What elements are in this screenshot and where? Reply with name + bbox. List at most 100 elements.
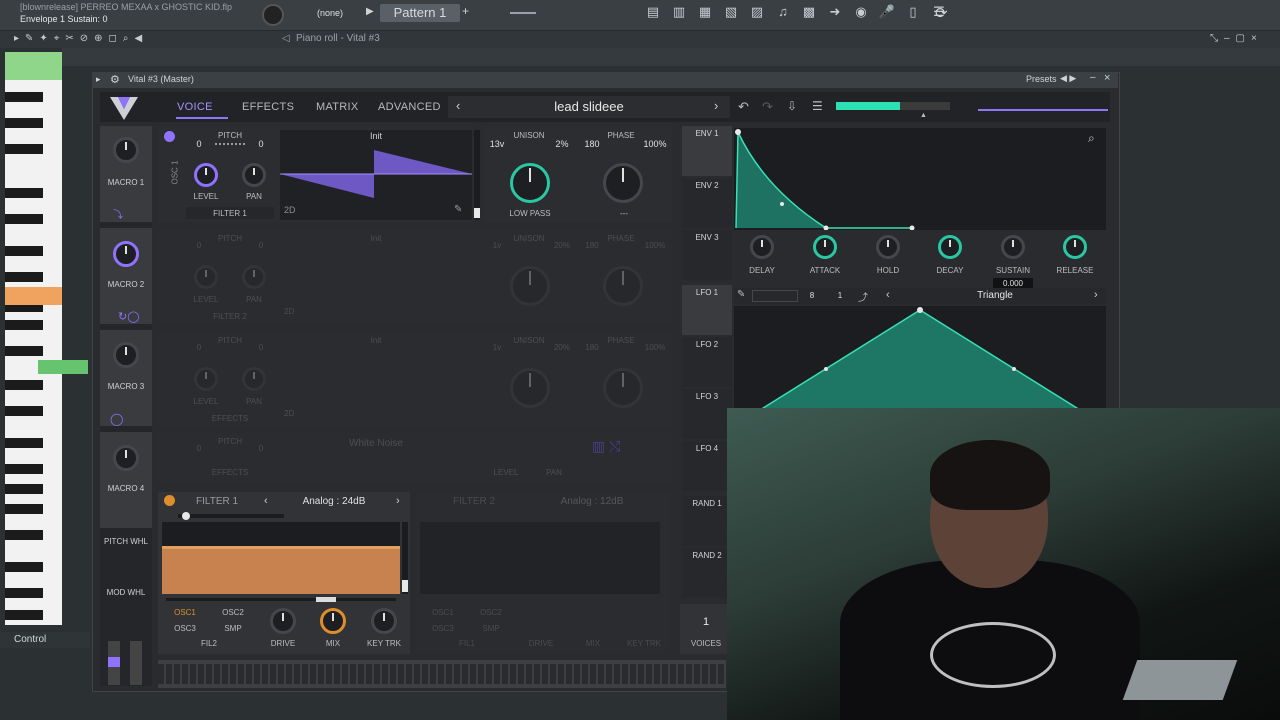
filter-1-model[interactable]: Analog : 24dB	[280, 496, 388, 507]
filter-2-src-fil1[interactable]: FIL1	[450, 639, 484, 648]
osc-2-level-knob[interactable]	[194, 265, 218, 289]
sample-loop-icons[interactable]: ▥ ⤭	[592, 438, 652, 474]
virtual-keyboard[interactable]	[158, 660, 726, 688]
mixer-icon[interactable]: ▦	[696, 3, 714, 21]
osc-1-phase-knob[interactable]	[603, 163, 643, 203]
minimize-icon[interactable]: –	[1090, 72, 1100, 84]
lfo-smooth-slider[interactable]	[752, 290, 798, 302]
osc-1-transpose[interactable]: 0	[193, 139, 205, 149]
channel-selector[interactable]: (none)	[300, 5, 360, 21]
piano-roll-tools[interactable]: ▸✎✦⌖✂⊘⊕◻⌕◀	[14, 33, 274, 47]
osc-2-wavetable-name[interactable]: Init	[280, 234, 472, 243]
next-preset-icon[interactable]: ›	[714, 98, 724, 114]
osc-1-spectral-mode[interactable]: ---	[580, 209, 668, 218]
filter-2-src-smp[interactable]: SMP	[474, 624, 508, 633]
tab-lfo-3[interactable]: LFO 3	[682, 389, 732, 439]
osc-1-unison-detune[interactable]: 2%	[553, 139, 571, 149]
filter-1-src-smp[interactable]: SMP	[216, 624, 250, 633]
note-lane-ruler[interactable]	[62, 48, 1280, 66]
browser-icon[interactable]: ▩	[800, 3, 818, 21]
control-lane-label[interactable]: Control	[0, 632, 90, 648]
filter-2-src-osc1[interactable]: OSC1	[426, 608, 460, 617]
add-pattern-icon[interactable]: +	[462, 4, 474, 22]
filter-1-mix-knob[interactable]	[320, 608, 346, 634]
osc-3-transpose[interactable]: 0	[193, 343, 205, 352]
osc-3-unison-voices[interactable]: 1v	[488, 343, 506, 352]
macro-1-mod-icon[interactable]: ⤵	[113, 206, 123, 221]
undo-icon[interactable]: ↶	[738, 99, 752, 114]
lfo-curve-icon[interactable]: ⤴	[858, 289, 872, 304]
mic-icon[interactable]: ♫	[774, 3, 792, 21]
tab-rand-1[interactable]: RAND 1	[682, 496, 732, 546]
macro-3-knob[interactable]	[113, 342, 139, 368]
document-icon[interactable]: ▯	[904, 3, 922, 21]
env-release-knob[interactable]	[1063, 235, 1087, 259]
osc-1-phase-rand[interactable]: 100%	[642, 139, 668, 149]
playlist-icon[interactable]: ▤	[644, 3, 662, 21]
osc-3-tune[interactable]: 0	[255, 343, 267, 352]
osc-3-unison-detune[interactable]: 20%	[550, 343, 574, 352]
osc-3-unison-knob[interactable]	[510, 368, 550, 408]
record-icon[interactable]: ◉	[852, 3, 870, 21]
osc-1-wavetable-display[interactable]	[280, 130, 472, 220]
osc-1-level-knob[interactable]	[194, 163, 218, 187]
tab-advanced[interactable]: ADVANCED	[378, 101, 441, 113]
osc-2-phase-knob[interactable]	[603, 266, 643, 306]
tab-env-3[interactable]: ENV 3	[682, 230, 732, 280]
osc-2-mode[interactable]: 2D	[284, 307, 298, 316]
osc-1-tune[interactable]: 0	[255, 139, 267, 149]
refresh-icon[interactable]: ⟳	[935, 4, 953, 22]
volume-marker-icon[interactable]: ▲	[920, 112, 927, 119]
piano-roll-icon[interactable]: ▥	[670, 3, 688, 21]
close-icon[interactable]: ×	[1104, 72, 1114, 84]
channel-rack-icon[interactable]: ▧	[722, 3, 740, 21]
preset-nav-arrows[interactable]: ◀ ▶	[1060, 73, 1084, 85]
lfo-prev-shape-icon[interactable]: ‹	[886, 289, 896, 301]
filter-1-resonance-slider[interactable]	[402, 522, 408, 594]
tab-matrix[interactable]: MATRIX	[316, 101, 359, 113]
master-volume-knob[interactable]	[262, 4, 284, 26]
preset-name[interactable]: lead slideee	[448, 99, 730, 114]
osc-3-wavetable-name[interactable]: Init	[280, 336, 472, 345]
presets-button[interactable]: Presets	[1026, 74, 1057, 84]
gear-icon[interactable]: ⚙	[110, 73, 122, 86]
osc-3-phase-knob[interactable]	[603, 368, 643, 408]
osc-2-unison-voices[interactable]: 1v	[488, 241, 506, 250]
collapse-arrow-icon[interactable]: ▸	[96, 74, 106, 84]
sample-effects-route[interactable]: EFFECTS	[186, 468, 274, 477]
env-attack-knob[interactable]	[813, 235, 837, 259]
tab-rand-2[interactable]: RAND 2	[682, 548, 732, 598]
osc-2-transpose[interactable]: 0	[193, 241, 205, 250]
speaker-icon[interactable]: ◁	[282, 33, 294, 45]
tab-env-2[interactable]: ENV 2	[682, 178, 732, 228]
tempo-slider[interactable]	[510, 12, 536, 14]
plugin-icon[interactable]: ▨	[748, 3, 766, 21]
lfo-edit-icon[interactable]: ✎	[737, 289, 749, 301]
osc-1-power[interactable]	[164, 131, 175, 142]
filter-1-keytrack-knob[interactable]	[371, 608, 397, 634]
lfo-freq-den[interactable]: 1	[834, 291, 846, 300]
tab-lfo-4[interactable]: LFO 4	[682, 441, 732, 491]
zoom-search-icon[interactable]: ⌕	[1088, 131, 1102, 145]
piano-keys[interactable]	[5, 80, 62, 625]
lfo-freq-num[interactable]: 8	[806, 291, 818, 300]
osc-2-pan-knob[interactable]	[242, 265, 266, 289]
voices-value[interactable]: 1	[680, 616, 732, 628]
macro-3-mod-icon[interactable]: ◯	[110, 412, 123, 426]
osc-3-effects-route[interactable]: EFFECTS	[186, 414, 274, 423]
env-sustain-knob[interactable]	[1001, 235, 1025, 259]
osc-1-mode[interactable]: 2D	[284, 205, 298, 215]
filter-1-next-icon[interactable]: ›	[396, 495, 406, 507]
sample-tune[interactable]: 0	[255, 444, 267, 453]
tab-effects[interactable]: EFFECTS	[242, 101, 294, 113]
lfo-next-shape-icon[interactable]: ›	[1094, 289, 1104, 301]
sample-transpose[interactable]: 0	[193, 444, 205, 453]
envelope-graph[interactable]	[734, 128, 1106, 231]
pattern-selector[interactable]: Pattern 1	[380, 4, 460, 22]
osc-2-phase-value[interactable]: 180	[583, 241, 601, 250]
menu-icon[interactable]: ☰	[812, 99, 826, 113]
osc-2-unison-detune[interactable]: 20%	[550, 241, 574, 250]
filter-2-src-osc3[interactable]: OSC3	[426, 624, 460, 633]
osc-1-phase-value[interactable]: 180	[583, 139, 601, 149]
filter-1-power[interactable]	[164, 495, 175, 506]
